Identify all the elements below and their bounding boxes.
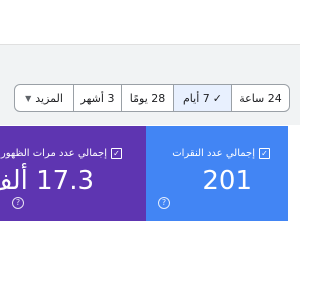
checkbox-icon[interactable]: ✓ <box>259 148 270 159</box>
range-option-3-months[interactable]: 3 أشهر <box>73 85 121 111</box>
metric-card-impressions[interactable]: ✓ إجمالي عدد مرات الظهور 17.3 ألف ? <box>0 126 146 221</box>
date-range-selector: 24 ساعة ✓ 7 أيام 28 يومًا 3 أشهر المزيد … <box>14 84 290 112</box>
range-option-more[interactable]: المزيد ▼ <box>15 85 73 111</box>
checkbox-icon[interactable]: ✓ <box>111 148 122 159</box>
metric-value: 17.3 ألف <box>0 166 94 196</box>
check-icon: ✓ <box>212 91 222 105</box>
range-option-7-days[interactable]: ✓ 7 أيام <box>173 85 231 111</box>
range-option-label: 28 يومًا <box>129 91 166 105</box>
metric-value: 201 <box>202 166 252 196</box>
metric-header: ✓ إجمالي عدد النقرات <box>172 148 270 159</box>
content-area <box>0 221 300 300</box>
range-option-28-days[interactable]: 28 يومًا <box>121 85 173 111</box>
range-option-24-hours[interactable]: 24 ساعة <box>231 85 289 111</box>
range-option-label: المزيد <box>35 91 63 105</box>
metric-card-clicks[interactable]: ✓ إجمالي عدد النقرات 201 ? <box>146 126 288 221</box>
help-icon[interactable]: ? <box>12 197 24 209</box>
metric-label: إجمالي عدد النقرات <box>172 148 255 159</box>
range-option-label: 24 ساعة <box>239 91 282 105</box>
range-option-label: 3 أشهر <box>80 91 115 105</box>
card-gutter <box>288 126 300 221</box>
metric-header: ✓ إجمالي عدد مرات الظهور <box>1 148 122 159</box>
metric-label: إجمالي عدد مرات الظهور <box>0 148 107 159</box>
help-icon[interactable]: ? <box>158 197 170 209</box>
caret-down-icon: ▼ <box>25 93 32 103</box>
top-bar <box>0 0 300 44</box>
range-option-label: 7 أيام <box>183 91 210 105</box>
